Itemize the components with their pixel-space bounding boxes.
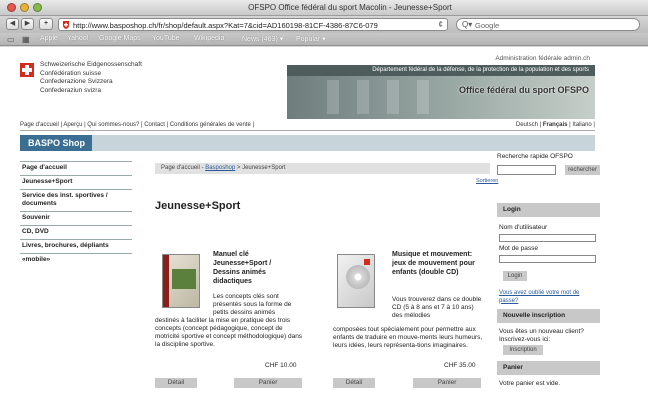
close-window-button[interactable] bbox=[7, 3, 16, 12]
search-placeholder: Google bbox=[475, 21, 500, 30]
forward-button[interactable]: ▶ bbox=[21, 18, 34, 30]
quick-search-label: Recherche rapide OFSPO bbox=[497, 153, 573, 160]
nav-item-mobile[interactable]: «mobile» bbox=[20, 253, 132, 267]
nav-item-souvenir[interactable]: Souvenir bbox=[20, 211, 132, 225]
bookmark-youtube[interactable]: YouTube bbox=[152, 35, 180, 42]
product-description: Les concepts clés sont présentés sous la… bbox=[213, 293, 292, 316]
new-registration-header: Nouvelle inscription bbox=[497, 309, 600, 323]
shop-tab[interactable]: BASPO Shop bbox=[20, 135, 92, 151]
browser-toolbar: ◀ ▶ + http://www.basposhop.ch/fr/shop/de… bbox=[0, 16, 648, 33]
product-image[interactable] bbox=[337, 254, 375, 308]
swiss-cross-icon bbox=[20, 63, 34, 77]
login-button[interactable]: Login bbox=[503, 271, 527, 281]
url-text: http://www.basposhop.ch/fr/shop/default.… bbox=[73, 21, 378, 30]
banner-decoration bbox=[357, 80, 369, 114]
federal-name: Schweizerische Eidgenossenschaft Confédé… bbox=[40, 61, 142, 95]
shop-bar: BASPO Shop bbox=[20, 135, 595, 151]
product-description: Vous trouverez dans ce double CD (5 à 8 … bbox=[392, 296, 482, 319]
lang-trailing: | bbox=[591, 122, 595, 128]
product-description: destinés à faciliter la mise en pratique… bbox=[155, 317, 303, 348]
cd-disc-icon bbox=[346, 265, 370, 289]
lang-fr[interactable]: Français bbox=[543, 122, 568, 128]
new-customer-text: Vous êtes un nouveau client? Inscrivez-v… bbox=[499, 328, 584, 343]
shield-favicon-icon bbox=[63, 21, 69, 29]
lang-de[interactable]: Deutsch bbox=[516, 122, 538, 128]
add-to-cart-button[interactable]: Panier bbox=[413, 378, 481, 388]
nav-item-services[interactable]: Service des inst. sportives / documents bbox=[20, 189, 132, 211]
product-image-detail bbox=[364, 259, 370, 265]
quick-search-input[interactable] bbox=[497, 165, 556, 175]
bookmarks-bar: ▭ ▦ Apple Yahoo! Google Maps YouTube Wik… bbox=[0, 33, 648, 46]
add-to-cart-button[interactable]: Panier bbox=[234, 378, 302, 388]
breadcrumb-shop-link[interactable]: Basposhop bbox=[205, 165, 235, 171]
cart-header: Panier bbox=[497, 361, 600, 375]
lang-it[interactable]: Italiano bbox=[572, 122, 591, 128]
product-price: CHF 35.00 bbox=[444, 362, 476, 369]
register-button[interactable]: Inscription bbox=[503, 345, 543, 355]
window-title: OFSPO Office fédéral du sport Macolin - … bbox=[248, 3, 452, 12]
top-links: Page d'accueil | Aperçu | Qui sommes-nou… bbox=[20, 121, 595, 131]
product-image-detail bbox=[163, 255, 169, 307]
department-link[interactable]: Département fédéral de la défense, de la… bbox=[372, 67, 589, 73]
username-input[interactable] bbox=[499, 234, 596, 242]
bookmark-news[interactable]: News (463) ▾ bbox=[242, 35, 283, 43]
bookmark-google-maps[interactable]: Google Maps bbox=[99, 35, 141, 42]
product-title[interactable]: Musique et mouvement: jeux de mouvement … bbox=[392, 250, 482, 277]
password-input[interactable] bbox=[499, 255, 596, 263]
bookmark-apple[interactable]: Apple bbox=[40, 35, 58, 42]
grid-icon[interactable]: ▦ bbox=[22, 35, 30, 44]
banner-decoration bbox=[417, 80, 429, 114]
product-description: composées tout spécialement pour permett… bbox=[333, 326, 483, 349]
header-banner: Département fédéral de la défense, de la… bbox=[287, 65, 595, 119]
back-button[interactable]: ◀ bbox=[6, 18, 19, 30]
cart-status: Votre panier est vide. bbox=[499, 380, 561, 387]
breadcrumb: Page d'accueil - Basposhop > Jeunesse+Sp… bbox=[155, 163, 490, 174]
address-bar[interactable]: http://www.basposhop.ch/fr/shop/default.… bbox=[58, 18, 448, 31]
language-switcher: Deutsch | Français | Italiano | bbox=[516, 122, 595, 128]
bookmark-wikipedia[interactable]: Wikipedia bbox=[194, 35, 224, 42]
web-page: Schweizerische Eidgenossenschaft Confédé… bbox=[0, 47, 648, 408]
minimize-window-button[interactable] bbox=[20, 3, 29, 12]
reload-icon[interactable]: ¢ bbox=[439, 20, 443, 29]
admin-link[interactable]: Administration fédérale admin.ch bbox=[495, 55, 590, 62]
office-title: Office fédéral du sport OFSPO bbox=[458, 85, 589, 95]
service-links[interactable]: Page d'accueil | Aperçu | Qui sommes-nou… bbox=[20, 122, 254, 128]
username-label: Nom d'utilisateur bbox=[499, 224, 548, 231]
left-navigation: Page d'accueil Jeunesse+Sport Service de… bbox=[20, 161, 132, 267]
breadcrumb-current: Jeunesse+Sport bbox=[242, 165, 286, 171]
fed-line: Schweizerische Eidgenossenschaft bbox=[40, 61, 142, 68]
detail-button[interactable]: Détail bbox=[333, 378, 375, 388]
product-title[interactable]: Manuel clé Jeunesse+Sport / Dessins anim… bbox=[213, 250, 293, 286]
bookmark-popular[interactable]: Popular ▾ bbox=[296, 35, 326, 43]
window-titlebar: OFSPO Office fédéral du sport Macolin - … bbox=[0, 0, 648, 16]
login-header: Login bbox=[497, 203, 600, 217]
nav-item-books[interactable]: Livres, brochures, dépliants bbox=[20, 239, 132, 253]
fed-line: Confédération suisse bbox=[40, 69, 102, 77]
add-bookmark-button[interactable]: + bbox=[39, 18, 53, 30]
nav-item-cd-dvd[interactable]: CD, DVD bbox=[20, 225, 132, 239]
banner-decoration bbox=[387, 80, 399, 114]
product-price: CHF 10.00 bbox=[265, 362, 297, 369]
sort-link[interactable]: Sortieren bbox=[476, 178, 498, 184]
breadcrumb-text: Page d'accueil - Basposhop > Jeunesse+Sp… bbox=[161, 165, 286, 171]
detail-button[interactable]: Détail bbox=[155, 378, 197, 388]
fed-line: Confederazione Svizzera bbox=[40, 78, 113, 85]
nav-item-jeunesse-sport[interactable]: Jeunesse+Sport bbox=[20, 175, 132, 189]
product-image-detail bbox=[172, 269, 196, 289]
bookmark-yahoo[interactable]: Yahoo! bbox=[67, 35, 89, 42]
product-image[interactable] bbox=[162, 254, 200, 308]
quick-search-button[interactable]: rechercher bbox=[565, 165, 600, 175]
breadcrumb-home[interactable]: Page d'accueil bbox=[161, 165, 200, 171]
fed-line: Confederaziun svizra bbox=[40, 86, 102, 94]
nav-item-home[interactable]: Page d'accueil bbox=[20, 161, 132, 175]
banner-decoration bbox=[327, 80, 339, 114]
book-icon[interactable]: ▭ bbox=[7, 35, 15, 44]
forgot-password-link[interactable]: Vous avez oublié votre mot de passe? bbox=[499, 290, 595, 305]
page-title: Jeunesse+Sport bbox=[155, 200, 241, 212]
search-icon: Q▾ bbox=[462, 20, 473, 29]
zoom-window-button[interactable] bbox=[33, 3, 42, 12]
search-field[interactable]: Q▾ Google bbox=[456, 18, 640, 31]
password-label: Mot de passe bbox=[499, 245, 539, 252]
